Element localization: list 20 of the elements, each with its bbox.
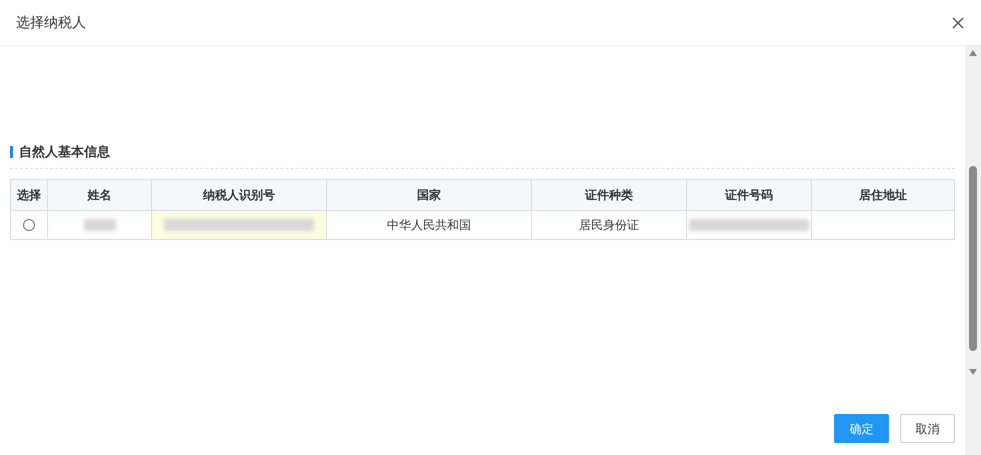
section-marker bbox=[10, 146, 13, 158]
redaction-blur bbox=[84, 219, 116, 231]
column-header: 纳税人识别号 bbox=[151, 180, 326, 210]
column-header: 姓名 bbox=[47, 180, 151, 210]
column-header: 居住地址 bbox=[811, 180, 954, 210]
column-header: 国家 bbox=[326, 180, 531, 210]
table-cell-text: 居民身份证 bbox=[579, 217, 639, 234]
radio-button[interactable] bbox=[23, 219, 35, 231]
dialog-title: 选择纳税人 bbox=[16, 13, 86, 32]
close-icon[interactable] bbox=[951, 16, 965, 30]
table-cell-text: 中华人民共和国 bbox=[387, 217, 471, 234]
column-header: 证件种类 bbox=[531, 180, 686, 210]
column-header: 选择 bbox=[16, 187, 42, 204]
scrollbar[interactable] bbox=[965, 46, 981, 455]
cancel-button[interactable]: 取消 bbox=[900, 414, 955, 443]
scroll-up-icon[interactable] bbox=[969, 50, 977, 56]
scrollbar-thumb[interactable] bbox=[969, 166, 977, 351]
scroll-down-icon[interactable] bbox=[969, 369, 977, 375]
column-header: 证件号码 bbox=[686, 180, 811, 210]
section-title: 自然人基本信息 bbox=[19, 143, 110, 162]
